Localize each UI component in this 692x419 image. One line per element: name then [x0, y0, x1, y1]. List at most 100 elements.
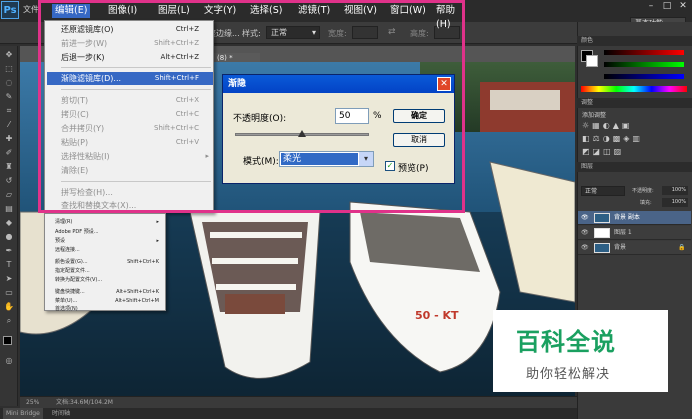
layers-panel-header[interactable]: 图层: [577, 162, 692, 172]
menu-item-step-backward[interactable]: 后退一步(K) Alt+Ctrl+Z: [61, 51, 213, 64]
layer-opacity-input[interactable]: 100%: [662, 186, 688, 195]
dodge-icon[interactable]: ●: [3, 232, 15, 242]
menu-image[interactable]: 图像(I): [108, 4, 137, 18]
menu-item-paste-special[interactable]: 选择性粘贴(I) ▸: [61, 150, 213, 163]
blend-mode-select[interactable]: 正常: [581, 186, 625, 196]
menu-item-label: 拼写检查(H)...: [61, 188, 113, 197]
watermark-title: 百科全说: [516, 328, 616, 356]
menu-item-remote[interactable]: 远程连接...: [55, 246, 165, 255]
menu-view[interactable]: 视图(V): [344, 4, 377, 18]
menu-item-find-replace[interactable]: 查找和替换文本(X)...: [61, 199, 213, 212]
layer-thumbnail: [594, 243, 610, 253]
zoom-level[interactable]: 25%: [26, 397, 39, 408]
cancel-button[interactable]: 取消: [393, 133, 445, 147]
menu-item-label: 远程连接...: [55, 247, 80, 253]
bg-swatch[interactable]: [586, 55, 598, 67]
shape-tool-icon[interactable]: ▭: [3, 288, 15, 298]
menu-item-pdf-presets[interactable]: Adobe PDF 预设...: [55, 228, 165, 237]
menu-item-paste[interactable]: 粘贴(P) Ctrl+V: [61, 136, 213, 149]
foreground-color-swatch[interactable]: [3, 336, 12, 345]
edit-menu: 还原滤镜库(O) Ctrl+Z 前进一步(W) Shift+Ctrl+Z 后退一步(…: [44, 20, 214, 213]
brush-icon[interactable]: ✐: [3, 148, 15, 158]
gradient-icon[interactable]: ▤: [3, 204, 15, 214]
opacity-slider-thumb[interactable]: [298, 130, 306, 137]
green-slider[interactable]: [604, 62, 684, 67]
maximize-icon[interactable]: □: [660, 0, 674, 12]
type-tool-icon[interactable]: T: [3, 260, 15, 270]
color-ramp[interactable]: [581, 86, 687, 92]
menu-item-undo[interactable]: 还原滤镜库(O) Ctrl+Z: [61, 23, 213, 36]
stamp-icon[interactable]: ♜: [3, 162, 15, 172]
menu-item-clear[interactable]: 清除(E): [61, 164, 213, 177]
menu-item-assign-profile[interactable]: 指定配置文件...: [55, 267, 165, 276]
move-tool-icon[interactable]: ✥: [3, 50, 15, 60]
menu-type[interactable]: 文字(Y): [204, 4, 236, 18]
menu-item-shortcut: Shift+Ctrl+C: [154, 124, 199, 132]
blue-slider[interactable]: [604, 74, 684, 79]
eye-icon[interactable]: 👁: [581, 226, 589, 240]
path-select-icon[interactable]: ➤: [3, 274, 15, 284]
menu-filter[interactable]: 滤镜(T): [298, 4, 330, 18]
minimize-icon[interactable]: –: [644, 0, 658, 12]
quick-mask-icon[interactable]: ◎: [3, 356, 15, 366]
tab-mini-bridge[interactable]: Mini Bridge: [3, 408, 43, 419]
lasso-tool-icon[interactable]: ◌: [3, 78, 15, 88]
adjust-icons-row3[interactable]: ◩◪◫▨: [582, 147, 624, 156]
menu-edit[interactable]: 编辑(E): [52, 4, 91, 18]
menu-item-cut[interactable]: 剪切(T) Ctrl+X: [61, 94, 213, 107]
menu-item-label: 颜色设置(G)...: [55, 259, 88, 265]
menu-item-convert-profile[interactable]: 转换为配置文件(V)...: [55, 276, 165, 285]
preview-label: 预览(P): [398, 164, 429, 174]
zoom-tool-icon[interactable]: ⌕: [3, 316, 15, 326]
menu-item-step-forward[interactable]: 前进一步(W) Shift+Ctrl+Z: [61, 37, 213, 50]
eyedropper-icon[interactable]: ⁄: [3, 120, 15, 130]
history-brush-icon[interactable]: ↺: [3, 176, 15, 186]
eye-icon[interactable]: 👁: [581, 241, 589, 255]
menu-window[interactable]: 窗口(W): [390, 4, 426, 18]
layer-row[interactable]: 👁 背景 副本: [578, 211, 691, 225]
fill-input[interactable]: 100%: [662, 198, 688, 207]
ok-button[interactable]: 确定: [393, 109, 445, 123]
width-input[interactable]: [352, 26, 378, 39]
tab-timeline[interactable]: 时间轴: [52, 408, 70, 419]
menu-layer[interactable]: 图层(L): [158, 4, 190, 18]
layer-row[interactable]: 👁 图层 1: [578, 226, 691, 240]
menu-item-keyboard-shortcuts[interactable]: 键盘快捷键... Alt+Shift+Ctrl+K: [55, 288, 165, 297]
pen-icon[interactable]: ✒: [3, 246, 15, 256]
menu-file[interactable]: 文件: [23, 4, 39, 15]
style-select[interactable]: 正常 ▾: [266, 26, 320, 39]
mode-select[interactable]: 柔光 ▾: [279, 151, 374, 167]
preview-checkbox[interactable]: ✓: [385, 161, 395, 171]
dialog-close-icon[interactable]: ✕: [437, 77, 451, 91]
hand-tool-icon[interactable]: ✋: [3, 302, 15, 312]
layer-row[interactable]: 👁 背景 🔒: [578, 241, 691, 255]
menu-item-preferences[interactable]: 首选项(N): [55, 305, 165, 312]
menu-item-copy-merged[interactable]: 合并拷贝(Y) Shift+Ctrl+C: [61, 122, 213, 135]
eraser-icon[interactable]: ▱: [3, 190, 15, 200]
menu-item-spell-check[interactable]: 拼写检查(H)...: [61, 186, 213, 199]
blur-icon[interactable]: ◆: [3, 218, 15, 228]
layer-name: 背景: [614, 244, 627, 251]
eye-icon[interactable]: 👁: [581, 211, 589, 225]
crop-tool-icon[interactable]: ⌗: [3, 106, 15, 116]
menu-item-fade[interactable]: 渐隐滤镜库(D)... Shift+Ctrl+F: [47, 72, 213, 85]
quick-select-icon[interactable]: ✎: [3, 92, 15, 102]
adjust-icons-row2[interactable]: ◧⚖◑▩◈▥: [582, 134, 643, 143]
menu-item-purge[interactable]: 清理(R) ▸: [55, 218, 165, 227]
menu-select[interactable]: 选择(S): [250, 4, 282, 18]
adjust-icons-row1[interactable]: ☼▦◐▲▣: [582, 121, 632, 130]
swap-icon[interactable]: ⇄: [388, 27, 396, 37]
healing-icon[interactable]: ✚: [3, 134, 15, 144]
adjust-panel-header[interactable]: 调整: [577, 98, 692, 108]
menu-item-color-settings[interactable]: 颜色设置(G)... Shift+Ctrl+K: [55, 258, 165, 267]
color-panel-header[interactable]: 颜色: [577, 36, 692, 46]
menu-item-label: 清除(E): [61, 166, 89, 175]
menu-help[interactable]: 帮助(H): [436, 4, 459, 30]
chevron-down-icon[interactable]: ▾: [359, 152, 373, 166]
menu-item-copy[interactable]: 拷贝(C) Ctrl+C: [61, 108, 213, 121]
close-icon[interactable]: ✕: [676, 0, 690, 12]
menu-item-presets[interactable]: 预设 ▸: [55, 237, 165, 246]
red-slider[interactable]: [604, 50, 684, 55]
marquee-tool-icon[interactable]: ⬚: [3, 64, 15, 74]
opacity-input[interactable]: 50: [335, 108, 369, 124]
